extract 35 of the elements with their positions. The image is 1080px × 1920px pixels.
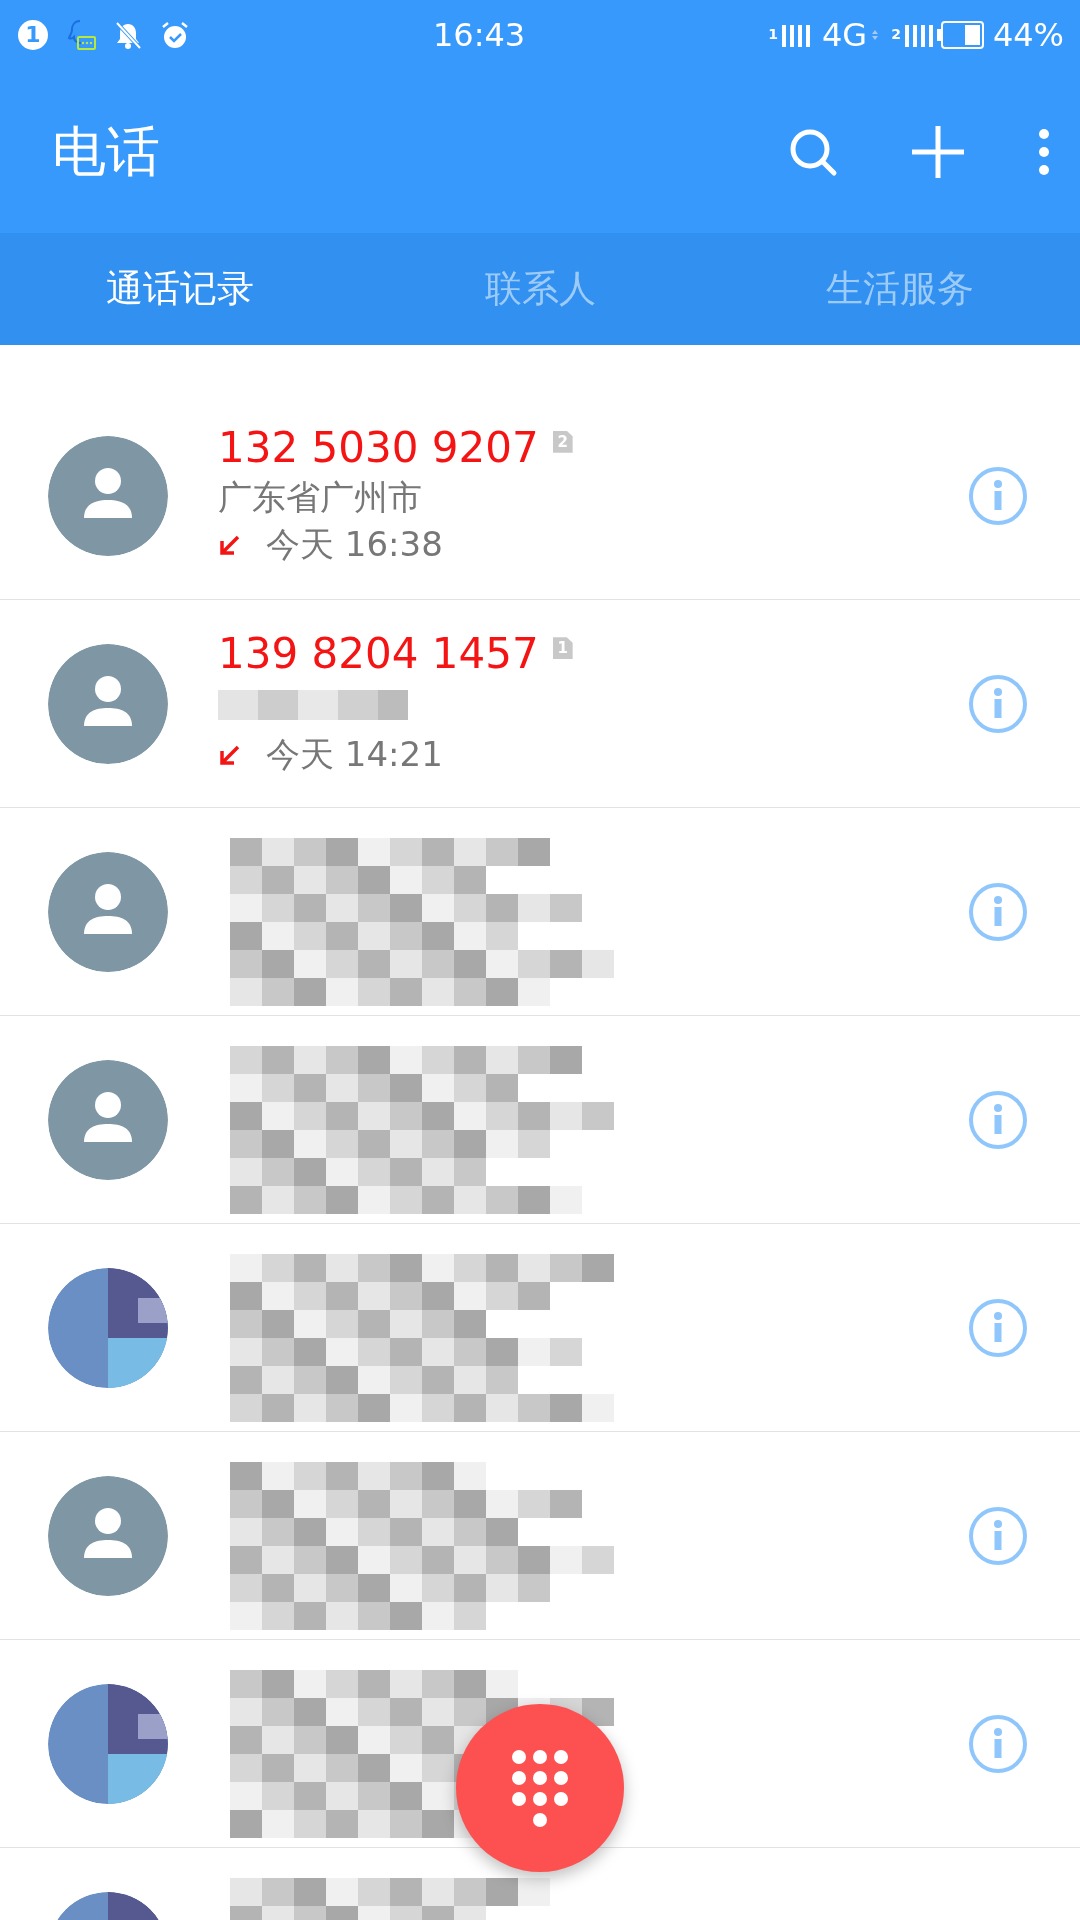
person-avatar-icon [48,1059,168,1180]
info-icon[interactable] [968,1505,1028,1566]
data-arrows-icon [871,29,880,41]
battery-icon [936,20,985,50]
info-icon[interactable] [968,881,1028,942]
sim-label: 2 [891,27,901,41]
tab[interactable]: 通话记录 [0,233,360,345]
call-time: 今天 16:38 [266,523,443,567]
dialpad-button[interactable] [456,1704,624,1872]
person-avatar-icon [48,1475,168,1596]
call-time: 今天 14:21 [266,732,443,776]
person-avatar-icon [48,851,168,972]
phone-number: 139 8204 1457 [218,629,539,680]
info-icon[interactable] [968,1713,1028,1774]
person-avatar-icon [48,435,168,556]
info-icon[interactable] [968,1089,1028,1150]
dialpad-icon [511,1748,569,1828]
caller-location: 广东省广州市 [218,476,422,520]
sim-label: 1 [768,27,778,41]
phone-number: 132 5030 9207 [218,422,539,474]
more-options-icon[interactable] [1038,127,1050,176]
notification-count-badge: 1 [18,20,48,50]
network-type: 4G [821,15,868,56]
info-icon[interactable] [968,1297,1028,1358]
add-icon[interactable] [910,123,966,180]
info-icon[interactable] [968,673,1028,734]
tab[interactable]: 联系人 [360,233,720,345]
battery-percent: 44% [992,15,1064,56]
person-avatar-icon [48,643,168,764]
app-title: 电话 [52,119,161,185]
info-icon[interactable] [968,465,1028,526]
tab[interactable]: 生活服务 [720,233,1080,345]
muted-bell-icon [114,20,144,50]
alarm-clock-icon [160,20,190,50]
clock-time: 16:43 [433,15,526,56]
